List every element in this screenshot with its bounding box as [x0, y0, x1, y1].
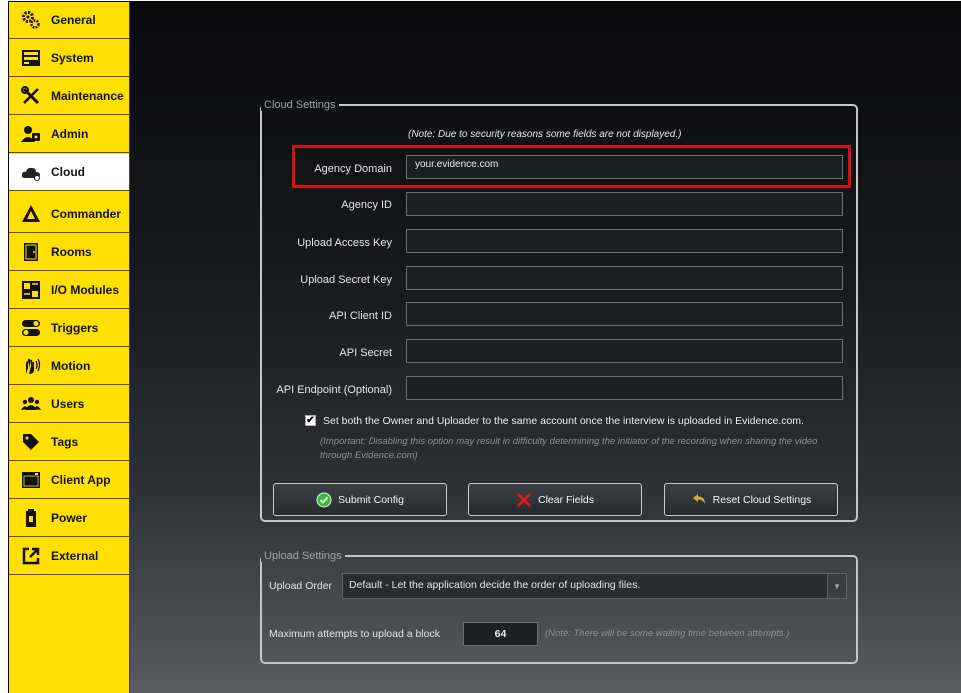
- upload-secret-key-field[interactable]: [406, 266, 843, 290]
- sidebar-item-commander[interactable]: Commander: [9, 196, 129, 233]
- cloud-settings-legend: Cloud Settings: [264, 99, 336, 111]
- important-note: (Important: Disabling this option may re…: [320, 436, 818, 461]
- sidebar-item-label: External: [51, 549, 99, 563]
- tag-icon: [21, 432, 41, 452]
- clear-fields-label: Clear Fields: [537, 493, 595, 506]
- agency-id-label: Agency ID: [341, 199, 392, 211]
- users-icon: [21, 394, 41, 414]
- undo-arrow-icon: [691, 492, 707, 508]
- api-client-id-label: API Client ID: [329, 310, 392, 322]
- api-secret-field[interactable]: [406, 339, 843, 363]
- tools-icon: [21, 86, 41, 106]
- toggle-icon: [21, 318, 41, 338]
- submit-config-label: Submit Config: [338, 493, 404, 506]
- sidebar-item-admin[interactable]: Admin: [9, 116, 129, 153]
- battery-icon: [21, 508, 41, 528]
- door-icon: [21, 242, 41, 262]
- checkmark-icon: ✔: [306, 414, 315, 426]
- cloud-icon: [21, 162, 41, 182]
- upload-settings-legend: Upload Settings: [264, 550, 342, 562]
- sidebar-item-label: General: [51, 13, 96, 27]
- api-endpoint-label: API Endpoint (Optional): [276, 384, 392, 396]
- window-icon: [21, 470, 41, 490]
- sidebar-item-io-modules[interactable]: I/O Modules: [9, 272, 129, 309]
- sidebar-item-users[interactable]: Users: [9, 386, 129, 423]
- sidebar-item-label: Tags: [51, 435, 79, 449]
- sidebar-item-client-app[interactable]: Client App: [9, 462, 129, 499]
- max-attempts-label: Maximum attempts to upload a block: [269, 628, 440, 640]
- upload-access-key-field[interactable]: [406, 229, 843, 253]
- submit-config-button[interactable]: Submit Config: [273, 483, 447, 516]
- upload-access-key-label: Upload Access Key: [297, 237, 392, 249]
- main-panel: Cloud Settings (Note: Due to security re…: [130, 2, 961, 693]
- api-secret-label: API Secret: [339, 347, 392, 359]
- sidebar-item-label: System: [51, 51, 94, 65]
- io-module-icon: [21, 280, 41, 300]
- red-x-icon: [516, 492, 532, 508]
- agency-domain-field[interactable]: your.evidence.com: [406, 155, 843, 179]
- sidebar-item-motion[interactable]: Motion: [9, 348, 129, 385]
- motion-wave-icon: [21, 356, 41, 376]
- gears-icon: [21, 10, 41, 30]
- sidebar-item-label: Users: [51, 397, 85, 411]
- sidebar-item-general[interactable]: General: [9, 2, 129, 39]
- upload-order-label: Upload Order: [269, 580, 333, 592]
- reset-cloud-settings-label: Reset Cloud Settings: [712, 493, 812, 506]
- sidebar-item-label: Rooms: [51, 245, 92, 259]
- admin-users-icon: [21, 124, 41, 144]
- sidebar-item-label: Admin: [51, 127, 89, 141]
- server-icon: [21, 48, 41, 68]
- security-note: (Note: Due to security reasons some fiel…: [408, 129, 682, 140]
- api-endpoint-field[interactable]: [406, 376, 843, 400]
- clear-fields-button[interactable]: Clear Fields: [468, 483, 642, 516]
- reset-cloud-settings-button[interactable]: Reset Cloud Settings: [664, 483, 838, 516]
- sidebar-item-label: Client App: [51, 473, 111, 487]
- sidebar-item-maintenance[interactable]: Maintenance: [9, 78, 129, 115]
- check-circle-icon: [316, 492, 332, 508]
- sidebar-item-tags[interactable]: Tags: [9, 424, 129, 461]
- agency-id-field[interactable]: [406, 192, 843, 216]
- upload-order-value: Default - Let the application decide the…: [349, 579, 641, 591]
- chevron-down-icon[interactable]: ▼: [827, 574, 846, 598]
- agency-domain-label: Agency Domain: [314, 163, 392, 175]
- sidebar-nav: General System Maintenance Admin Cloud C…: [9, 2, 130, 693]
- same-account-checkbox[interactable]: ✔: [305, 415, 316, 426]
- sidebar-item-cloud[interactable]: Cloud: [9, 154, 129, 191]
- max-attempts-field[interactable]: 64: [463, 622, 538, 646]
- attempts-note: (Note: There will be some waiting time b…: [545, 628, 790, 639]
- sidebar-item-label: I/O Modules: [51, 283, 120, 297]
- external-link-icon: [21, 546, 41, 566]
- sidebar-item-label: Power: [51, 511, 88, 525]
- sidebar-item-system[interactable]: System: [9, 40, 129, 77]
- sidebar-item-label: Cloud: [51, 165, 85, 179]
- same-account-checkbox-label: Set both the Owner and Uploader to the s…: [323, 415, 804, 427]
- sidebar-item-rooms[interactable]: Rooms: [9, 234, 129, 271]
- upload-order-select[interactable]: Default - Let the application decide the…: [342, 573, 847, 599]
- api-client-id-field[interactable]: [406, 302, 843, 326]
- upload-settings-group: Upload Settings: [260, 550, 858, 664]
- sidebar-item-power[interactable]: Power: [9, 500, 129, 537]
- commander-icon: [21, 204, 41, 224]
- sidebar-item-label: Triggers: [51, 321, 99, 335]
- sidebar-item-triggers[interactable]: Triggers: [9, 310, 129, 347]
- sidebar-item-label: Maintenance: [51, 89, 124, 103]
- upload-secret-key-label: Upload Secret Key: [300, 274, 392, 286]
- sidebar-item-label: Motion: [51, 359, 91, 373]
- sidebar-item-external[interactable]: External: [9, 538, 129, 575]
- sidebar-item-label: Commander: [51, 207, 122, 221]
